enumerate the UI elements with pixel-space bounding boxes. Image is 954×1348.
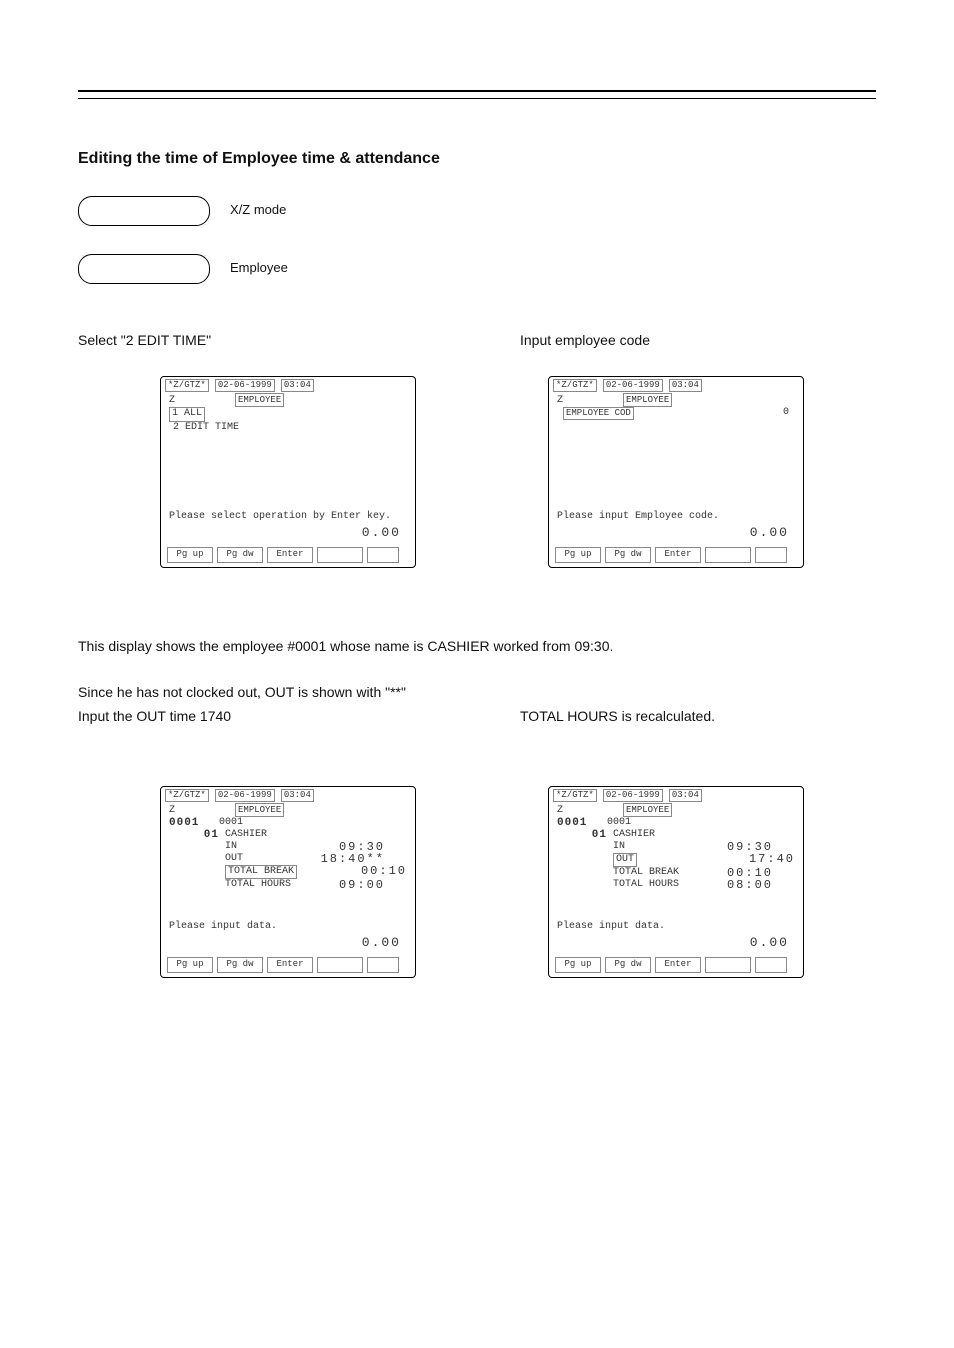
prompt-text: Please input Employee code. <box>557 511 795 523</box>
total-hours-value: 08:00 <box>703 879 773 891</box>
mode-box: *Z/GTZ* <box>165 789 209 802</box>
emp-id2: 0001 <box>607 817 631 829</box>
pgdw-button[interactable]: Pg dw <box>217 547 263 563</box>
out-label[interactable]: OUT <box>613 853 637 867</box>
mode-box: *Z/GTZ* <box>553 379 597 392</box>
emp-id: 0001 <box>557 817 607 829</box>
sec2-line4: TOTAL HOURS is recalculated. <box>520 706 715 726</box>
screen-detail-before: *Z/GTZ* 02-06-1999 03:04 Z EMPLOYEE 0001… <box>160 786 416 978</box>
z-label: Z <box>169 805 229 817</box>
blank-button-1[interactable] <box>317 957 363 973</box>
sec1-note: Input employee code <box>520 330 650 350</box>
employee-code-field-label: EMPLOYEE COD <box>563 407 634 420</box>
z-label: Z <box>557 805 617 817</box>
screen-menu: *Z/GTZ* 02-06-1999 03:04 Z EMPLOYEE 1 AL… <box>160 376 416 568</box>
employee-box: EMPLOYEE <box>623 393 672 407</box>
date-box: 02-06-1999 <box>215 379 275 392</box>
menu-item-all[interactable]: 1 ALL <box>169 407 205 422</box>
pgdw-button[interactable]: Pg dw <box>217 957 263 973</box>
in-label: IN <box>557 841 703 853</box>
out-value: 17:40 <box>725 853 795 867</box>
blank-button-2[interactable] <box>755 547 787 563</box>
prompt-text: Please select operation by Enter key. <box>169 511 407 523</box>
page-title: Editing the time of Employee time & atte… <box>78 150 440 168</box>
mode-box: *Z/GTZ* <box>553 789 597 802</box>
screen-detail-after: *Z/GTZ* 02-06-1999 03:04 Z EMPLOYEE 0001… <box>548 786 804 978</box>
blank-button-2[interactable] <box>367 957 399 973</box>
total-hours-label: TOTAL HOURS <box>169 879 315 891</box>
occ-no: 01 <box>169 829 225 841</box>
step-label-2: Employee <box>230 260 288 275</box>
occ-name: CASHIER <box>613 829 655 841</box>
time-box: 03:04 <box>281 789 314 802</box>
occ-no: 01 <box>557 829 613 841</box>
occ-name: CASHIER <box>225 829 267 841</box>
blank-button-1[interactable] <box>705 957 751 973</box>
date-box: 02-06-1999 <box>603 789 663 802</box>
employee-box: EMPLOYEE <box>235 393 284 407</box>
in-label: IN <box>169 841 315 853</box>
emp-id: 0001 <box>169 817 219 829</box>
blank-button-1[interactable] <box>705 547 751 563</box>
screen-input-code: *Z/GTZ* 02-06-1999 03:04 Z EMPLOYEE EMPL… <box>548 376 804 568</box>
employee-box: EMPLOYEE <box>623 803 672 817</box>
pgup-button[interactable]: Pg up <box>167 957 213 973</box>
pgdw-button[interactable]: Pg dw <box>605 547 651 563</box>
pgup-button[interactable]: Pg up <box>555 547 601 563</box>
sec2-line2: Since he has not clocked out, OUT is sho… <box>78 682 876 702</box>
enter-button[interactable]: Enter <box>655 547 701 563</box>
date-box: 02-06-1999 <box>603 379 663 392</box>
menu-item-edit-time[interactable]: 2 EDIT TIME <box>169 422 407 435</box>
pgup-button[interactable]: Pg up <box>555 957 601 973</box>
total-break-label: TOTAL BREAK <box>225 865 297 879</box>
enter-button[interactable]: Enter <box>267 957 313 973</box>
z-label: Z <box>557 395 617 407</box>
top-rule-thick <box>78 90 876 92</box>
time-box: 03:04 <box>669 789 702 802</box>
out-label: OUT <box>169 853 315 865</box>
top-rule-thin <box>78 98 876 99</box>
time-box: 03:04 <box>281 379 314 392</box>
step-label-1: X/Z mode <box>230 202 286 217</box>
blank-button-2[interactable] <box>367 547 399 563</box>
emp-id2: 0001 <box>219 817 243 829</box>
enter-button[interactable]: Enter <box>267 547 313 563</box>
employee-code-value[interactable]: 0 <box>783 407 789 419</box>
date-box: 02-06-1999 <box>215 789 275 802</box>
step-pill-1 <box>78 196 210 226</box>
blank-button-2[interactable] <box>755 957 787 973</box>
blank-button-1[interactable] <box>317 547 363 563</box>
prompt-text: Please input data. <box>169 921 407 933</box>
total-hours-label: TOTAL HOURS <box>557 879 703 891</box>
pgdw-button[interactable]: Pg dw <box>605 957 651 973</box>
total-break-value: 00:10 <box>337 865 407 879</box>
prompt-text: Please input data. <box>557 921 795 933</box>
amount: 0.00 <box>362 527 401 539</box>
sec2-line1: This display shows the employee #0001 wh… <box>78 636 876 656</box>
step-pill-2 <box>78 254 210 284</box>
total-hours-value: 09:00 <box>315 879 385 891</box>
pgup-button[interactable]: Pg up <box>167 547 213 563</box>
sec2-line3: Input the OUT time 1740 <box>78 706 876 726</box>
time-box: 03:04 <box>669 379 702 392</box>
sec1-title: Select "2 EDIT TIME" <box>78 330 876 350</box>
z-label: Z <box>169 395 229 407</box>
enter-button[interactable]: Enter <box>655 957 701 973</box>
amount: 0.00 <box>362 937 401 949</box>
amount: 0.00 <box>750 527 789 539</box>
amount: 0.00 <box>750 937 789 949</box>
employee-box: EMPLOYEE <box>235 803 284 817</box>
mode-box: *Z/GTZ* <box>165 379 209 392</box>
total-break-label: TOTAL BREAK <box>557 867 703 879</box>
